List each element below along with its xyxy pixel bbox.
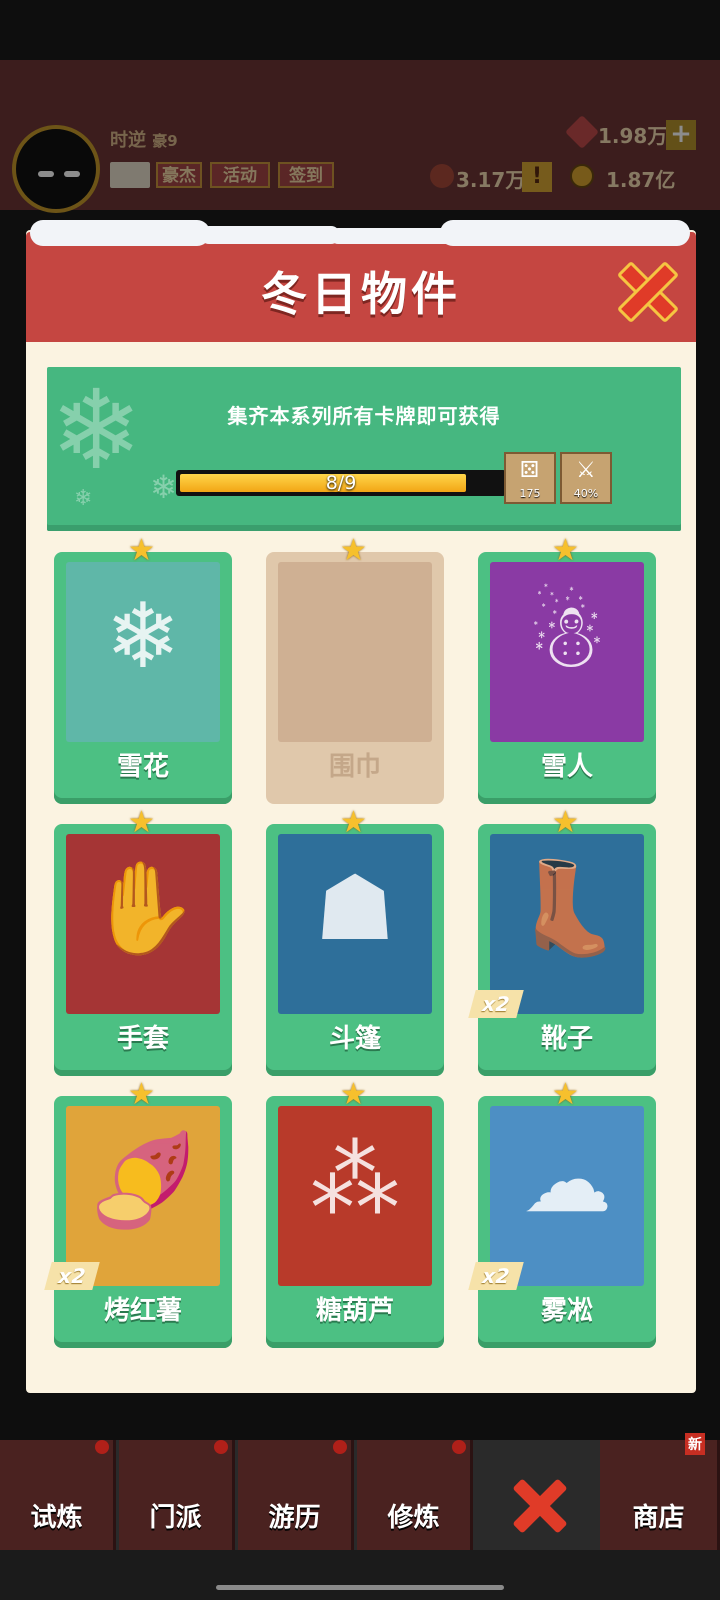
nav-label: 试炼: [30, 1503, 83, 1533]
reward-count: 175: [519, 487, 541, 500]
reward-count: 40%: [573, 487, 599, 500]
card-name: 雪人: [540, 752, 593, 782]
card-name: 斗篷: [328, 1024, 381, 1054]
snowflake-icon: ❄: [74, 486, 93, 511]
notification-dot: [333, 1440, 347, 1454]
nav-close-icon[interactable]: [508, 1475, 568, 1535]
card-art: ✋: [66, 834, 220, 1014]
snowflake-icon: ❄: [50, 366, 143, 494]
card-art: [278, 562, 432, 742]
nav-item-travel[interactable]: 游历: [238, 1440, 354, 1550]
snowflake-icon: ❄: [105, 584, 181, 689]
nav-label: 门派: [149, 1503, 202, 1533]
status-bar: [0, 0, 720, 60]
card-name: 手套: [116, 1024, 169, 1054]
nav-item-sect[interactable]: 门派: [119, 1440, 235, 1550]
snow-decoration: [30, 220, 210, 246]
duplicate-badge: x2: [44, 1262, 100, 1290]
card-art: ❄: [66, 562, 220, 742]
star-icon: ★: [128, 805, 155, 840]
close-x-icon[interactable]: [614, 258, 680, 324]
collection-card[interactable]: ✋ ★ 手套: [54, 808, 232, 1076]
collection-card[interactable]: ☃ ★ 雪人: [478, 536, 656, 804]
candied-haws-icon: ⁂: [310, 1128, 400, 1233]
snow-decoration: [200, 226, 340, 244]
new-badge: 新: [685, 1433, 705, 1455]
collection-card[interactable]: ☗ ★ 斗篷: [266, 808, 444, 1076]
boots-icon: 👢: [510, 856, 624, 961]
sweet-potato-icon: 🍠: [86, 1128, 200, 1233]
card-art: ☗: [278, 834, 432, 1014]
cloak-icon: ☗: [314, 856, 396, 961]
nav-item-cultivate[interactable]: 修炼: [357, 1440, 473, 1550]
collection-progress-bar: 8/9: [176, 470, 506, 496]
notification-dot: [95, 1440, 109, 1454]
card-name: 烤红薯: [103, 1296, 182, 1326]
sword-icon: ⚔: [576, 458, 596, 483]
collection-card[interactable]: ★ 围巾: [266, 536, 444, 804]
card-art: 👢: [490, 834, 644, 1014]
collection-card[interactable]: ❄ ★ 雪花: [54, 536, 232, 804]
nav-label: 商店: [632, 1503, 685, 1533]
gloves-icon: ✋: [86, 856, 200, 961]
home-indicator[interactable]: [216, 1585, 504, 1590]
star-icon: ★: [340, 533, 367, 568]
card-art: 🍠: [66, 1106, 220, 1286]
reward-sword[interactable]: ⚔ 40%: [560, 452, 612, 504]
rime-tree-icon: ☁: [522, 1128, 612, 1233]
notification-dot: [452, 1440, 466, 1454]
card-art: ⁂: [278, 1106, 432, 1286]
nav-item-shop[interactable]: 商店: [600, 1440, 720, 1550]
card-name: 雪花: [116, 752, 169, 782]
star-icon: ★: [552, 1077, 579, 1112]
star-icon: ★: [128, 1077, 155, 1112]
snow-decoration: [440, 220, 690, 246]
nav-label: 修炼: [387, 1503, 440, 1533]
collection-card[interactable]: ⁂ ★ 糖葫芦: [266, 1080, 444, 1348]
notification-dot: [214, 1440, 228, 1454]
panel-title: 冬日物件: [261, 267, 461, 321]
banner-text: 集齐本系列所有卡牌即可获得: [227, 404, 501, 428]
nav-item-trial[interactable]: 试炼: [0, 1440, 116, 1550]
card-name: 围巾: [328, 752, 381, 782]
card-name: 靴子: [540, 1024, 593, 1054]
card-art: ☁: [490, 1106, 644, 1286]
duplicate-badge: x2: [468, 1262, 524, 1290]
nav-label: 游历: [268, 1503, 321, 1533]
star-icon: ★: [340, 1077, 367, 1112]
progress-text: 8/9: [325, 472, 357, 494]
star-icon: ★: [128, 533, 155, 568]
collection-card[interactable]: 👢 ★ x2 靴子: [468, 808, 656, 1076]
duplicate-badge: x2: [468, 990, 524, 1018]
star-icon: ★: [552, 805, 579, 840]
card-art: ☃: [490, 562, 644, 742]
dice-icon: ⚄: [520, 458, 540, 483]
star-icon: ★: [552, 533, 579, 568]
snowflake-icon: ❄: [150, 468, 177, 506]
card-name: 雾凇: [540, 1296, 593, 1326]
collection-card[interactable]: ☁ ★ x2 雾凇: [468, 1080, 656, 1348]
collection-card[interactable]: 🍠 ★ x2 烤红薯: [44, 1080, 232, 1348]
snowman-icon: ☃: [526, 584, 608, 689]
star-icon: ★: [340, 805, 367, 840]
reward-dice[interactable]: ⚄ 175: [504, 452, 556, 504]
card-name: 糖葫芦: [315, 1296, 394, 1326]
